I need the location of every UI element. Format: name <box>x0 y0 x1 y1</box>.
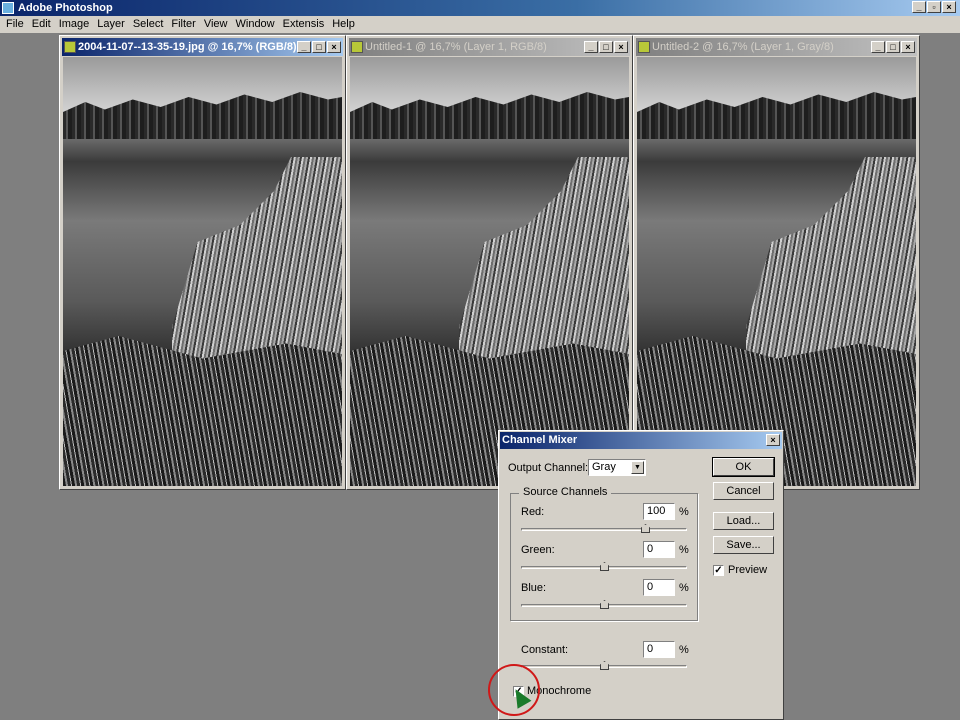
percent-label: % <box>679 582 689 594</box>
app-title-bar: Adobe Photoshop _ ▫ × <box>0 0 960 16</box>
menu-bar: File Edit Image Layer Select Filter View… <box>0 16 960 33</box>
menu-view[interactable]: View <box>200 16 232 33</box>
menu-window[interactable]: Window <box>232 16 279 33</box>
menu-help[interactable]: Help <box>328 16 359 33</box>
document-title: Untitled-1 @ 16,7% (Layer 1, RGB/8) <box>365 41 547 53</box>
constant-input[interactable]: 0 <box>643 641 675 658</box>
red-label: Red: <box>521 506 545 518</box>
minimize-icon[interactable]: _ <box>912 1 926 13</box>
document-canvas[interactable] <box>350 57 629 486</box>
minimize-icon[interactable]: _ <box>871 41 885 53</box>
close-icon[interactable]: × <box>942 1 956 13</box>
green-label: Green: <box>521 544 555 556</box>
app-title: Adobe Photoshop <box>18 2 113 14</box>
menu-edit[interactable]: Edit <box>28 16 55 33</box>
percent-label: % <box>679 506 689 518</box>
blue-input[interactable]: 0 <box>643 579 675 596</box>
document-window-untitled-2[interactable]: Untitled-2 @ 16,7% (Layer 1, Gray/8) _ □ × <box>633 35 920 490</box>
document-icon <box>64 41 76 53</box>
document-icon <box>638 41 650 53</box>
document-title-bar[interactable]: Untitled-2 @ 16,7% (Layer 1, Gray/8) _ □ × <box>636 38 917 56</box>
save-button[interactable]: Save... <box>713 536 774 554</box>
red-input[interactable]: 100 <box>643 503 675 520</box>
document-canvas[interactable] <box>63 57 342 486</box>
menu-image[interactable]: Image <box>55 16 94 33</box>
document-title-bar[interactable]: Untitled-1 @ 16,7% (Layer 1, RGB/8) _ □ × <box>349 38 630 56</box>
menu-filter[interactable]: Filter <box>167 16 199 33</box>
constant-slider[interactable] <box>521 661 687 670</box>
green-input[interactable]: 0 <box>643 541 675 558</box>
close-icon[interactable]: × <box>901 41 915 53</box>
document-icon <box>351 41 363 53</box>
dialog-title: Channel Mixer <box>502 434 578 446</box>
percent-label: % <box>679 544 689 556</box>
output-channel-select[interactable]: Gray ▼ <box>588 459 646 476</box>
document-title: Untitled-2 @ 16,7% (Layer 1, Gray/8) <box>652 41 834 53</box>
cancel-button[interactable]: Cancel <box>713 482 774 500</box>
constant-slider-thumb[interactable] <box>600 661 609 670</box>
document-window-untitled-1[interactable]: Untitled-1 @ 16,7% (Layer 1, RGB/8) _ □ × <box>346 35 633 490</box>
document-title: 2004-11-07--13-35-19.jpg @ 16,7% (RGB/8) <box>78 41 297 53</box>
preview-checkbox[interactable]: ✓ <box>713 565 724 576</box>
photoshop-icon <box>2 2 14 14</box>
output-channel-label: Output Channel: <box>508 462 589 474</box>
load-button[interactable]: Load... <box>713 512 774 530</box>
red-slider[interactable] <box>521 524 687 533</box>
menu-layer[interactable]: Layer <box>93 16 129 33</box>
menu-file[interactable]: File <box>2 16 28 33</box>
close-icon[interactable]: × <box>614 41 628 53</box>
minimize-icon[interactable]: _ <box>297 41 311 53</box>
green-slider[interactable] <box>521 562 687 571</box>
close-icon[interactable]: × <box>766 434 780 446</box>
dialog-title-bar[interactable]: Channel Mixer × <box>500 432 782 449</box>
maximize-icon[interactable]: □ <box>886 41 900 53</box>
document-title-bar[interactable]: 2004-11-07--13-35-19.jpg @ 16,7% (RGB/8)… <box>62 38 343 56</box>
document-window-original[interactable]: 2004-11-07--13-35-19.jpg @ 16,7% (RGB/8)… <box>59 35 346 490</box>
ok-button[interactable]: OK <box>712 457 775 477</box>
channel-mixer-dialog: Channel Mixer × Output Channel: Gray ▼ So… <box>498 430 784 720</box>
maximize-icon[interactable]: □ <box>599 41 613 53</box>
output-channel-value: Gray <box>592 461 616 473</box>
close-icon[interactable]: × <box>327 41 341 53</box>
blue-slider[interactable] <box>521 600 687 609</box>
document-canvas[interactable] <box>637 57 916 486</box>
maximize-icon[interactable]: □ <box>312 41 326 53</box>
restore-icon[interactable]: ▫ <box>927 1 941 13</box>
blue-label: Blue: <box>521 582 547 594</box>
chevron-down-icon: ▼ <box>631 461 644 474</box>
minimize-icon[interactable]: _ <box>584 41 598 53</box>
preview-label: Preview <box>728 564 768 576</box>
source-channels-label: Source Channels <box>519 486 612 498</box>
menu-extensis[interactable]: Extensis <box>279 16 329 33</box>
constant-label: Constant: <box>521 644 569 656</box>
menu-select[interactable]: Select <box>129 16 168 33</box>
percent-label: % <box>679 644 689 656</box>
